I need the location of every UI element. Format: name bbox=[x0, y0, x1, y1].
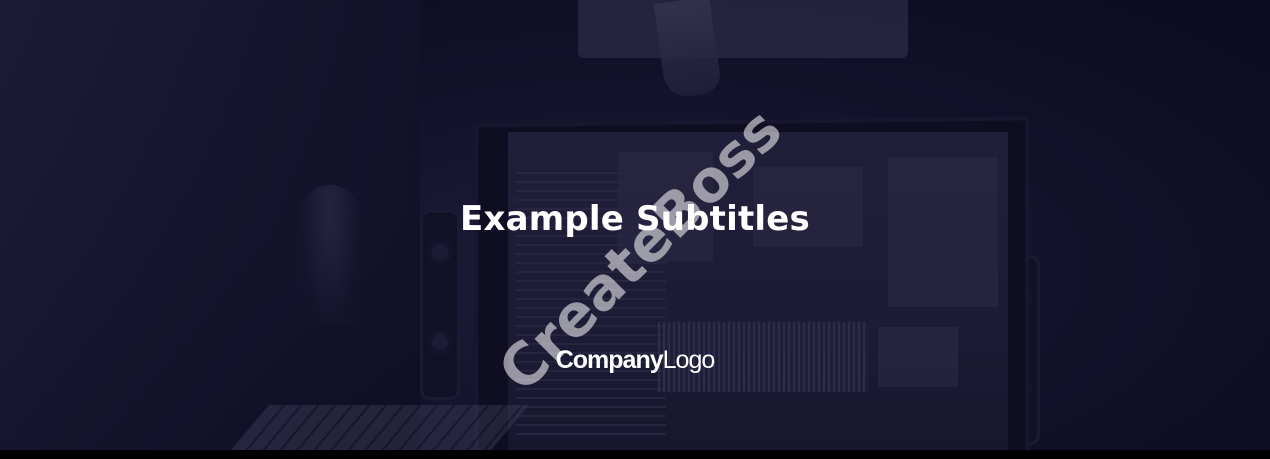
company-logo: CompanyLogo bbox=[0, 346, 1270, 375]
company-logo-strong: Company bbox=[555, 346, 664, 374]
bottom-bar bbox=[0, 450, 1270, 459]
company-logo-light: Logo bbox=[662, 346, 716, 374]
video-frame: Example Subtitles CreateBoss CompanyLogo bbox=[0, 0, 1270, 450]
